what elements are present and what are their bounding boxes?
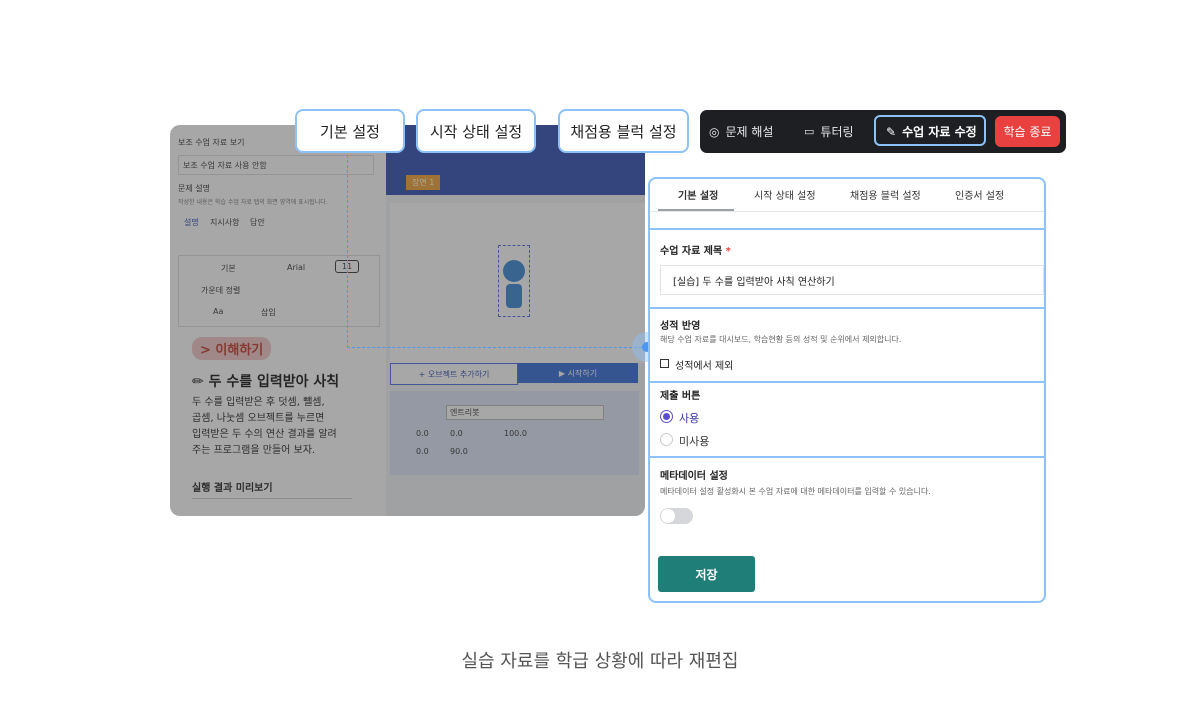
section-divider [650, 307, 1044, 309]
section-divider [650, 381, 1044, 383]
connector-vertical [347, 155, 348, 348]
grade-checkbox-label: 성적에서 제외 [675, 361, 734, 372]
edit-icon: ✎ [886, 124, 897, 139]
chat-icon: ▭ [804, 125, 815, 138]
callout-start-state: 시작 상태 설정 [416, 109, 536, 153]
edit-material-label: 수업 자료 수정 [902, 125, 977, 139]
tab-certificate[interactable]: 인증서 설정 [955, 187, 1004, 202]
settings-tabs: 기본 설정 시작 상태 설정 채점용 블럭 설정 인증서 설정 [650, 179, 1044, 212]
callout-basic-settings: 기본 설정 [295, 109, 405, 153]
edit-material-button[interactable]: ✎ 수업 자료 수정 [886, 110, 977, 153]
tab-basic[interactable]: 기본 설정 [678, 187, 718, 202]
radio-use[interactable] [660, 410, 673, 423]
connector-horizontal [347, 347, 647, 348]
end-lesson-button[interactable]: 학습 종료 [995, 116, 1060, 147]
lesson-toolbar: ◎ 문제 해설 ▭ 튜터링 ✎ 수업 자료 수정 학습 종료 [700, 110, 1066, 153]
required-mark: * [725, 246, 731, 257]
title-input[interactable]: [실습] 두 수를 입력받아 사칙 연산하기 [660, 265, 1044, 295]
callout-grading-blocks: 채점용 블럭 설정 [558, 109, 689, 153]
section-divider [650, 456, 1044, 458]
tab-start-state[interactable]: 시작 상태 설정 [754, 187, 816, 202]
solution-button[interactable]: ◎ 문제 해설 [709, 110, 773, 153]
tutoring-button[interactable]: ▭ 튜터링 [804, 110, 854, 153]
meta-label: 메타데이터 설정 [660, 471, 728, 482]
settings-panel: 기본 설정 시작 상태 설정 채점용 블럭 설정 인증서 설정 수업 자료 제목… [648, 177, 1046, 603]
radio-use-label: 사용 [679, 412, 700, 425]
save-button[interactable]: 저장 [658, 556, 755, 592]
radio-nouse[interactable] [660, 433, 673, 446]
submit-label: 제출 버튼 [660, 391, 701, 402]
meta-toggle[interactable] [660, 508, 693, 524]
grade-desc: 해당 수업 자료를 대시보드, 학습현황 등의 성적 및 순위에서 제외합니다. [660, 335, 902, 344]
section-divider [650, 228, 1044, 230]
grade-checkbox[interactable] [660, 359, 669, 368]
dim-overlay [170, 125, 645, 516]
editor-screenshot: 보조 수업 자료 보기 보조 수업 자료 사용 안함 문제 설명 작성한 내용은… [170, 125, 645, 516]
meta-desc: 메타데이터 설정 활성화시 본 수업 자료에 대한 메타데이터를 입력할 수 있… [660, 487, 931, 496]
caption: 실습 자료를 학급 상황에 따라 재편집 [461, 651, 739, 672]
tab-grading[interactable]: 채점용 블럭 설정 [850, 187, 921, 202]
check-circle-icon: ◎ [709, 124, 720, 139]
title-label: 수업 자료 제목 * [660, 242, 731, 257]
solution-label: 문제 해설 [725, 125, 774, 139]
grade-label: 성적 반영 [660, 321, 701, 332]
tab-underline [658, 209, 734, 211]
radio-nouse-label: 미사용 [679, 435, 710, 448]
tutoring-label: 튜터링 [820, 125, 854, 139]
title-label-text: 수업 자료 제목 [660, 246, 723, 257]
